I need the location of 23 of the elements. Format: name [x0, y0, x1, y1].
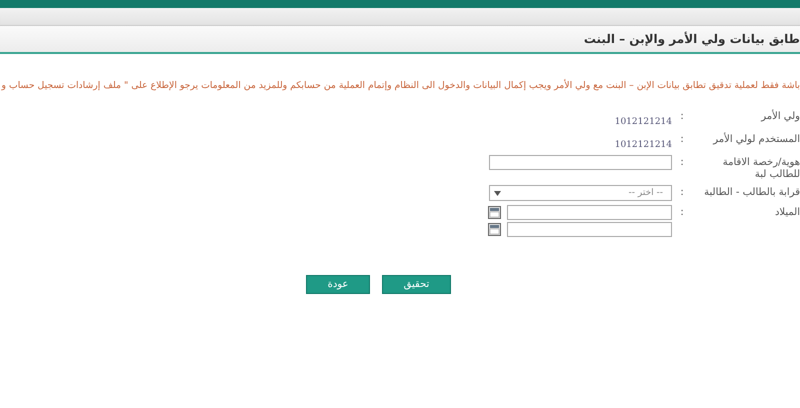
field-label: ولي الأمر	[760, 109, 800, 123]
input-field[interactable]	[489, 155, 672, 170]
field-label: قرابة بالطالب - الطالبة	[703, 186, 800, 199]
colon-separator: :	[680, 134, 684, 145]
select-dropdown[interactable]: -- اختر --	[489, 185, 672, 201]
field-label: الميلاد	[774, 206, 800, 219]
notice-text: باشة فقط لعملية تدقيق تطابق بيانات الإبن – البنت مع ولي الأمر ويجب إكمال البيانات والدخول الى النظام وإتمام العملية من حسابكم وللمزيد من المعلومات يرجو الإطلاع على " ملف إرشادات تسجيل حساب و	[0, 80, 800, 91]
page-title: طابق بيانات ولي الأمر والإبن – البنت	[584, 32, 800, 46]
date-field[interactable]	[507, 222, 672, 237]
field-label: هوية/رخصة الاقامة للطالب لبة	[722, 156, 800, 181]
colon-separator: :	[680, 157, 684, 168]
calendar-icon[interactable]	[488, 223, 501, 236]
field-value: 1012121214	[614, 116, 672, 127]
caret-icon	[494, 190, 501, 196]
field-value: 1012121214	[614, 139, 672, 150]
date-field[interactable]	[507, 205, 672, 220]
colon-separator: :	[680, 111, 684, 122]
form-button[interactable]: عودة	[306, 275, 370, 294]
form-button[interactable]: تحقيق	[382, 275, 451, 294]
colon-separator: :	[680, 187, 684, 198]
calendar-icon[interactable]	[488, 206, 501, 219]
field-label: المستخدم لولي الأمر	[712, 132, 800, 146]
colon-separator: :	[680, 207, 684, 218]
